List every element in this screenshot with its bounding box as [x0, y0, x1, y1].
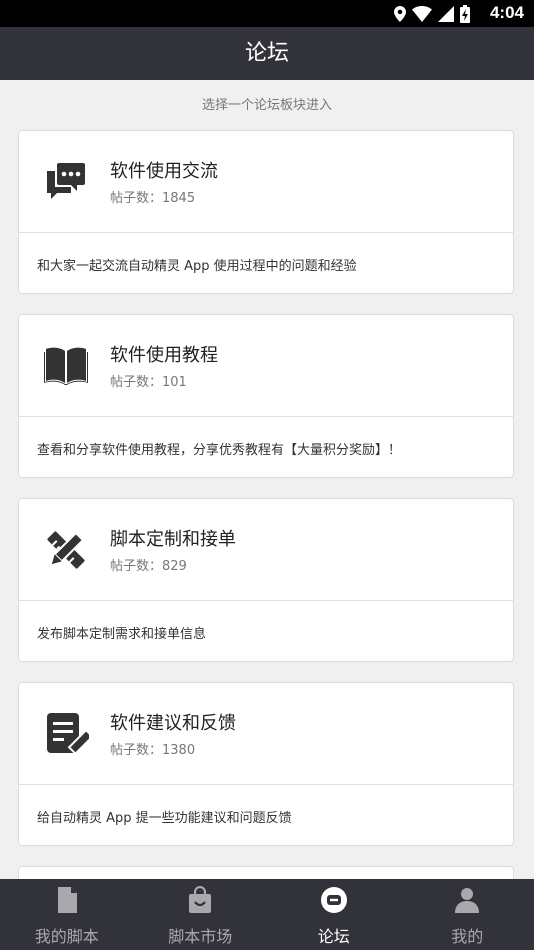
page-title: 论坛 [244, 41, 289, 66]
wifi-icon [412, 6, 432, 22]
forum-card-header: 软件建议和反馈 帖子数：1380 [19, 683, 513, 785]
forum-card-usage-exchange[interactable]: 软件使用交流 帖子数：1845 和大家一起交流自动精灵 App 使用过程中的问题… [18, 130, 514, 294]
status-icons [394, 5, 470, 23]
nav-label: 脚本市场 [168, 927, 233, 946]
forum-name: 脚本定制和接单 [110, 529, 236, 550]
nav-mine[interactable]: 我的 [401, 879, 534, 950]
forum-card-feedback[interactable]: 软件建议和反馈 帖子数：1380 给自动精灵 App 提一些功能建议和问题反馈 [18, 682, 514, 846]
post-count: 帖子数：101 [110, 375, 187, 390]
forum-description: 发布脚本定制需求和接单信息 [37, 627, 207, 642]
file-icon [57, 887, 77, 913]
forum-card-header: 脚本定制和接单 帖子数：829 [19, 499, 513, 601]
bottom-navigation: 我的脚本 脚本市场 论坛 我的 [0, 879, 534, 950]
app-bar: 论坛 [0, 27, 534, 80]
signal-icon [438, 6, 454, 22]
forum-description: 查看和分享软件使用教程，分享优秀教程有【大量积分奖励】！ [37, 443, 402, 458]
forum-card-tutorials[interactable]: 软件使用教程 帖子数：101 查看和分享软件使用教程，分享优秀教程有【大量积分奖… [18, 314, 514, 478]
section-hint: 选择一个论坛板块进入 [201, 98, 332, 113]
post-count: 帖子数：1845 [110, 191, 196, 206]
person-icon [455, 888, 480, 913]
nav-label: 我的脚本 [34, 927, 99, 946]
battery-icon [460, 5, 470, 23]
shopping-bag-icon [189, 886, 212, 913]
forum-icon [320, 887, 347, 913]
ruler-pencil-icon [47, 531, 85, 569]
forum-card-script-custom[interactable]: 脚本定制和接单 帖子数：829 发布脚本定制需求和接单信息 [18, 498, 514, 662]
forum-description: 给自动精灵 App 提一些功能建议和问题反馈 [37, 811, 292, 826]
forum-description: 和大家一起交流自动精灵 App 使用过程中的问题和经验 [37, 259, 357, 274]
nav-script-market[interactable]: 脚本市场 [134, 879, 268, 950]
nav-forum[interactable]: 论坛 [267, 879, 401, 950]
forum-name: 软件使用交流 [110, 161, 218, 182]
status-bar: 4:04 [0, 0, 534, 27]
chat-bubbles-icon [47, 163, 85, 199]
forum-card-header: 软件使用教程 帖子数：101 [19, 315, 513, 417]
location-icon [394, 6, 406, 22]
nav-label: 我的 [451, 927, 484, 946]
note-edit-icon [47, 713, 89, 756]
nav-my-scripts[interactable]: 我的脚本 [0, 879, 134, 950]
forum-name: 软件建议和反馈 [110, 713, 236, 734]
forum-card-header: 软件使用交流 帖子数：1845 [19, 131, 513, 233]
status-time: 4:04 [489, 3, 524, 22]
forum-name: 软件使用教程 [110, 345, 218, 366]
post-count: 帖子数：829 [110, 559, 187, 574]
nav-label: 论坛 [317, 927, 350, 946]
post-count: 帖子数：1380 [110, 743, 196, 758]
book-icon [44, 347, 88, 385]
